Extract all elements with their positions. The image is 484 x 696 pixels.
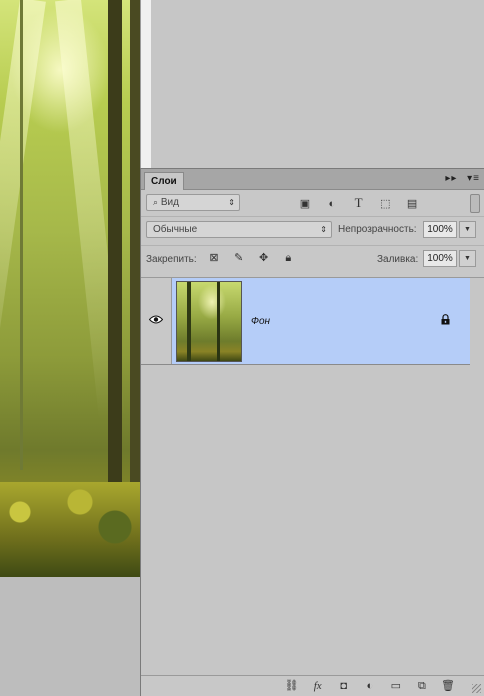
lock-icons: ⊠ ✎ ✥ 🔒︎ (207, 251, 303, 265)
new-layer-icon[interactable]: ⧉ (414, 680, 430, 693)
divider (141, 216, 484, 217)
updown-icon: ⇕ (320, 225, 327, 234)
panel-tab-actions: ▸▸ ▾≡ (439, 173, 480, 184)
resize-grip[interactable] (472, 684, 481, 693)
collapse-panel-icon[interactable]: ▸▸ (445, 173, 457, 184)
type-filter-icon[interactable]: T (351, 195, 367, 211)
document-canvas[interactable] (0, 0, 140, 696)
adjustment-layer-icon[interactable]: ◐ (362, 680, 378, 692)
visibility-toggle[interactable] (141, 278, 172, 364)
layer-row[interactable]: Фон (141, 278, 470, 365)
lock-label: Закрепить: (146, 254, 197, 265)
chevron-down-icon: ▼ (464, 255, 471, 262)
forest-image (0, 0, 140, 577)
panel-menu-icon[interactable]: ▾≡ (467, 173, 480, 184)
filter-kind-label: Вид (160, 197, 179, 208)
fill-dropdown[interactable]: ▼ (459, 250, 476, 267)
mask-icon[interactable]: ◘ (336, 680, 352, 692)
fill-label: Заливка: (377, 254, 419, 265)
filter-icons: ▣ ◐ T ⬚ ▤ (297, 195, 428, 211)
chevron-down-icon: ▼ (464, 226, 471, 233)
adjustment-filter-icon[interactable]: ◐ (324, 198, 340, 210)
trash-icon[interactable]: 🗑︎ (440, 679, 456, 692)
filter-row: ⌕ Вид ⇕ ▣ ◐ T ⬚ ▤ (141, 191, 484, 215)
fx-icon[interactable]: fx (310, 680, 326, 692)
tab-layers[interactable]: Слои (144, 172, 184, 190)
group-folder-icon[interactable]: ▭ (388, 679, 404, 692)
smart-object-filter-icon[interactable]: ▤ (404, 197, 420, 210)
layer-name[interactable]: Фон (251, 316, 270, 327)
link-layers-icon[interactable]: ⛓︎ (284, 679, 300, 692)
lock-all-icon[interactable]: 🔒︎ (281, 252, 295, 265)
blend-mode-select[interactable]: Обычные ⇕ (146, 221, 332, 238)
layers-list[interactable]: Фон (141, 277, 484, 681)
panel-footer: ⛓︎ fx ◘ ◐ ▭ ⧉ 🗑︎ (141, 675, 484, 696)
footer-icons: ⛓︎ fx ◘ ◐ ▭ ⧉ 🗑︎ (277, 679, 456, 693)
opacity-label: Непрозрачность: (338, 224, 417, 235)
eye-icon (149, 315, 163, 324)
lock-row: Закрепить: ⊠ ✎ ✥ 🔒︎ Заливка: 100% ▼ (141, 249, 484, 271)
tree-trunk (130, 0, 140, 540)
lock-position-icon[interactable]: ✥ (257, 251, 271, 264)
lock-icon (441, 314, 450, 325)
opacity-input[interactable]: 100% (423, 221, 457, 238)
image-filter-icon[interactable]: ▣ (297, 197, 313, 210)
undergrowth (0, 482, 140, 577)
lock-image-pixels-icon[interactable]: ✎ (232, 251, 246, 264)
blend-mode-value: Обычные (153, 224, 198, 235)
lock-transparent-pixels-icon[interactable]: ⊠ (207, 251, 221, 264)
updown-icon: ⇕ (228, 198, 235, 207)
divider (141, 245, 484, 246)
layer-thumbnail[interactable] (176, 281, 242, 362)
tree-trunk (20, 0, 23, 470)
tree-trunk (108, 0, 122, 500)
opacity-dropdown[interactable]: ▼ (459, 221, 476, 238)
blend-row: Обычные ⇕ Непрозрачность: 100% ▼ (141, 219, 484, 243)
canvas-edge (140, 0, 151, 170)
shape-filter-icon[interactable]: ⬚ (377, 197, 393, 210)
fill-input[interactable]: 100% (423, 250, 457, 267)
filter-kind-select[interactable]: ⌕ Вид ⇕ (146, 194, 240, 211)
panel-tabbar: Слои ▸▸ ▾≡ (141, 169, 484, 190)
filter-toggle[interactable] (470, 194, 480, 213)
search-icon: ⌕ (153, 197, 159, 207)
layers-panel: Слои ▸▸ ▾≡ ⌕ Вид ⇕ ▣ ◐ T ⬚ ▤ Обычные ⇕ Н… (140, 168, 484, 696)
